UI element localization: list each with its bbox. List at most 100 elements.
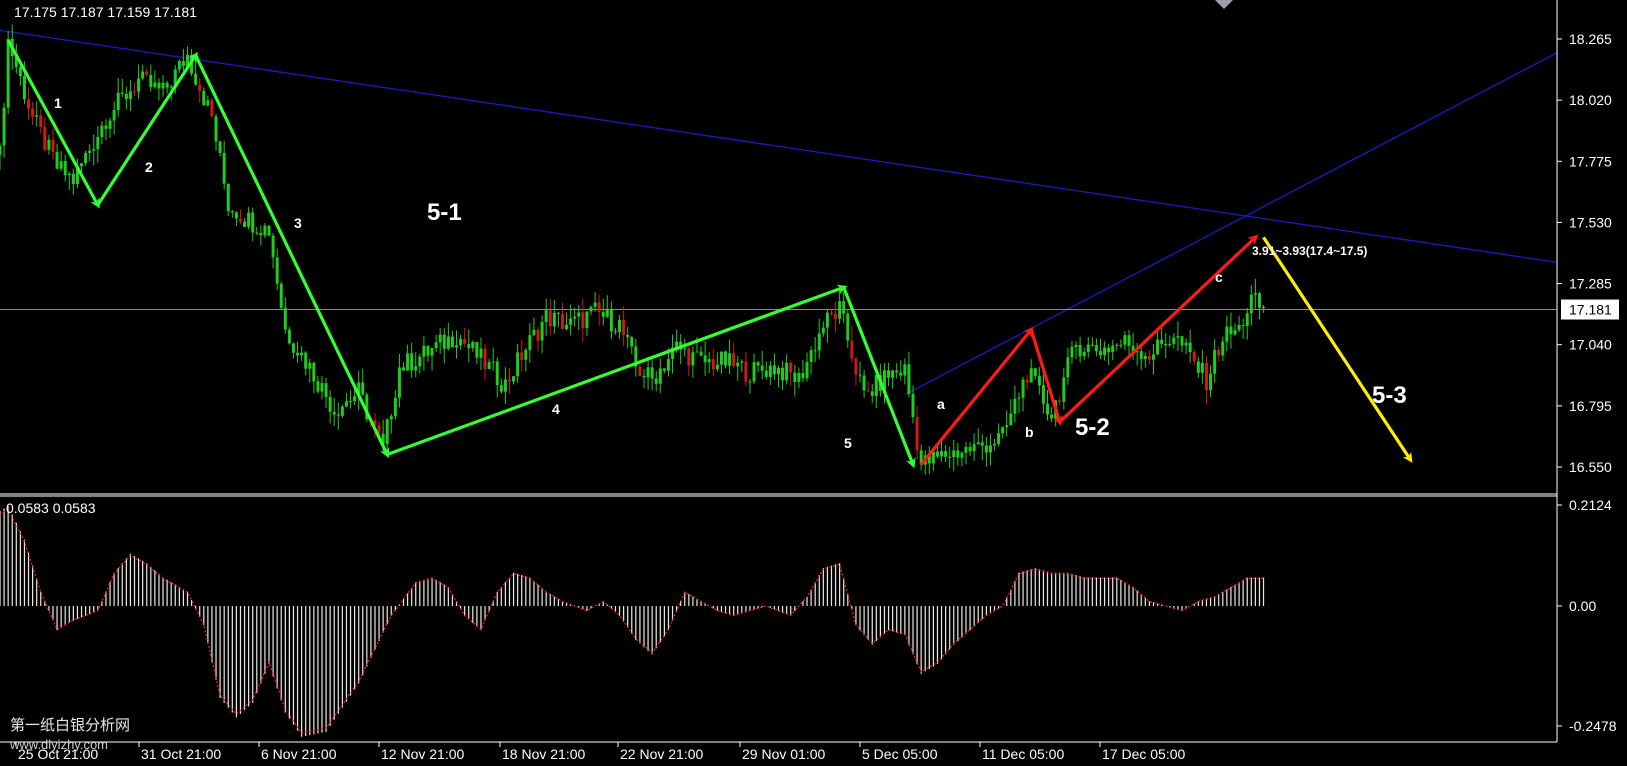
price-tick-label: 18.265 (1569, 31, 1612, 47)
current-price-tag: 17.181 (1561, 299, 1619, 320)
candle-body (397, 367, 401, 398)
candle-body (47, 139, 51, 150)
candle-body (589, 306, 593, 312)
candle-body (35, 115, 39, 117)
candle-body (108, 120, 112, 129)
candle-body (1082, 351, 1086, 357)
candle-body (715, 364, 719, 370)
candle-body (817, 333, 821, 351)
candle-body (618, 320, 622, 333)
chart-shift-marker[interactable] (1215, 0, 1233, 9)
candle-body (499, 385, 503, 392)
candle-body (1066, 357, 1070, 378)
candle-body (133, 91, 137, 93)
candle-body (353, 396, 357, 402)
candle-body (540, 321, 544, 341)
price-tick-label: 17.530 (1569, 214, 1612, 230)
candle-body (1086, 344, 1090, 352)
candle-body (503, 379, 507, 392)
candle-body (1176, 336, 1180, 338)
candle-body (993, 443, 997, 446)
candle-body (153, 82, 157, 88)
price-tick-label: 17.040 (1569, 337, 1612, 353)
candle-body (161, 82, 165, 89)
candle-body (438, 334, 442, 343)
candle-body (638, 366, 642, 376)
candle-body (177, 61, 181, 70)
candle-body (854, 358, 858, 375)
candle-body (308, 362, 312, 369)
candle-body (1009, 413, 1013, 426)
wave-group-label-5-2: 5-2 (1075, 414, 1110, 441)
candle-body (1139, 351, 1143, 360)
candle-body (944, 450, 948, 457)
candle-body (601, 312, 605, 317)
candle-body (573, 316, 577, 319)
candle-body (1107, 347, 1111, 353)
candle-body (1200, 363, 1204, 373)
candle-body (141, 71, 145, 79)
candle-body (1262, 307, 1266, 309)
candle-body (181, 61, 185, 67)
candle-body (777, 367, 780, 375)
wave-label-1: 1 (54, 95, 62, 111)
candle-body (402, 367, 406, 371)
candle-body (764, 370, 768, 377)
candle-body (483, 348, 487, 370)
candle-body (450, 336, 454, 348)
candle-body (1127, 335, 1131, 346)
candle-body (1188, 342, 1192, 353)
candle-body (1013, 398, 1017, 414)
current-price-label: 17.181 (1569, 302, 1612, 318)
candle-body (475, 342, 479, 358)
candle-body (1115, 344, 1119, 346)
candle-body (275, 257, 279, 284)
price-tick-label: 17.775 (1569, 153, 1612, 169)
candle-body (259, 232, 263, 236)
candle-body (609, 309, 613, 332)
candle-body (797, 373, 801, 382)
candle-body (703, 355, 707, 363)
candle-body (194, 73, 198, 85)
candle-body (1005, 425, 1009, 428)
candle-body (389, 416, 393, 420)
candle-body (1168, 344, 1172, 346)
candle-body (1025, 379, 1029, 383)
candle-body (455, 345, 459, 348)
candle-body (226, 183, 230, 212)
candle-body (834, 314, 838, 319)
candle-body (251, 212, 255, 233)
candle-body (1094, 345, 1098, 352)
candle-body (622, 320, 626, 335)
candle-body (988, 445, 992, 453)
candle-body (92, 149, 96, 151)
candle-body (744, 361, 748, 382)
wave-arrows (6, 39, 1413, 469)
candle-body (304, 352, 308, 369)
time-tick-label: 18 Nov 21:00 (502, 746, 585, 762)
candle-body (862, 375, 866, 391)
candle-body (22, 76, 26, 100)
candle-body (1241, 325, 1245, 327)
candle-body (31, 108, 35, 117)
candle-body (728, 353, 732, 366)
candle-body (952, 450, 956, 458)
candle-body (658, 368, 662, 384)
candle-body (536, 329, 540, 341)
candle-body (1160, 339, 1164, 344)
candle-body (899, 372, 903, 376)
candle-body (662, 368, 666, 371)
candle-body (112, 110, 116, 121)
candle-body (218, 141, 222, 153)
oscillator-histogram (0, 506, 1265, 737)
candle-body (935, 451, 939, 457)
candle-body (887, 370, 891, 378)
oscillator-readout: 0.0583 0.0583 (6, 500, 96, 516)
candle-body (630, 337, 634, 347)
wave-label-a: a (937, 396, 945, 412)
candle-body (442, 334, 446, 349)
candle-body (1253, 293, 1257, 295)
candle-body (781, 367, 785, 381)
candle-body (120, 92, 124, 94)
candle-body (552, 312, 556, 327)
